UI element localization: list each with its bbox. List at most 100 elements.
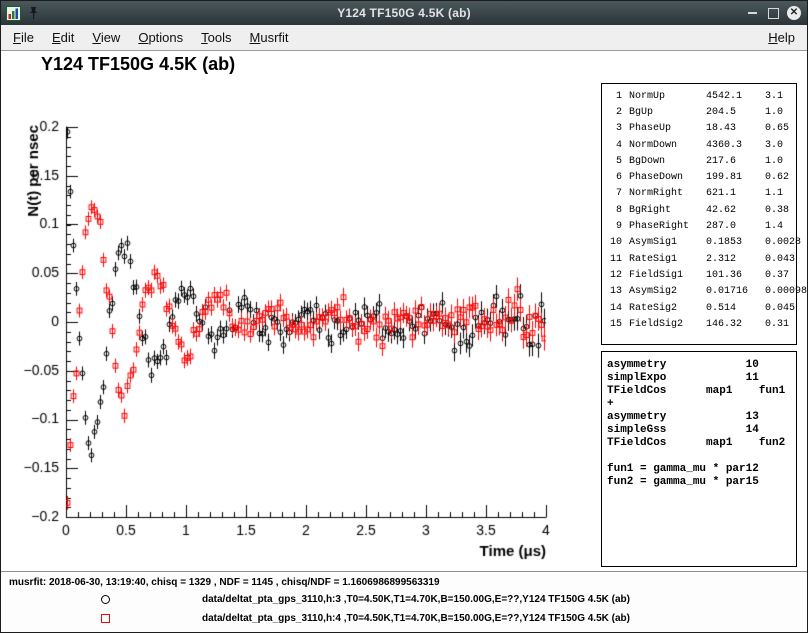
close-icon: ✕ (787, 6, 801, 20)
parameter-error: 3.1 (765, 91, 796, 102)
app-icon[interactable] (6, 6, 21, 21)
parameter-n: 10 (606, 237, 622, 248)
parameter-n: 15 (606, 319, 622, 330)
parameter-row: 13AsymSig20.017160.00098 (606, 284, 796, 300)
parameter-error: 0.62 (765, 172, 796, 183)
parameter-value: 0.1853 (706, 237, 758, 248)
parameter-row: 4 NormDown 4360.3 3.0 (606, 137, 796, 153)
parameter-error: 0.65 (765, 123, 796, 134)
parameter-name: NormUp (629, 91, 699, 102)
parameter-value: 42.62 (706, 205, 758, 216)
parameter-error: 0.043 (765, 254, 796, 265)
parameter-n: 6 (606, 172, 622, 183)
close-button[interactable]: ✕ (786, 5, 802, 21)
menu-item-view[interactable]: View (83, 27, 129, 48)
parameter-row: 12FieldSig1101.360.37 (606, 267, 796, 283)
menu-item-help[interactable]: Help (759, 27, 804, 48)
parameter-value: 621.1 (706, 188, 758, 199)
maximize-icon (768, 8, 779, 19)
parameter-name: PhaseUp (629, 123, 699, 134)
parameter-name: NormDown (629, 140, 699, 151)
parameter-n: 2 (606, 107, 622, 118)
status-area: musrfit: 2018-06-30, 13:19:40, chisq = 1… (1, 571, 808, 633)
parameter-value: 4360.3 (706, 140, 758, 151)
parameter-value: 18.43 (706, 123, 758, 134)
theory-box: asymmetry 10simplExpo 11TFieldCos map1 f… (601, 351, 797, 567)
parameter-error: 0.045 (765, 303, 796, 314)
parameter-error: 1.1 (765, 188, 796, 199)
theory-line: TFieldCos map1 fun1 (607, 385, 796, 398)
parameter-row: 8BgRight42.620.38 (606, 202, 796, 218)
titlebar[interactable]: Y124 TF150G 4.5K (ab) ✕ (1, 1, 807, 25)
parameter-name: RateSig1 (629, 254, 699, 265)
parameter-n: 14 (606, 303, 622, 314)
parameter-row: 14RateSig20.5140.045 (606, 300, 796, 316)
parameter-box: 1NormUp4542.13.12BgUp204.51.03PhaseUp18.… (601, 83, 797, 345)
parameter-name: PhaseRight (629, 221, 699, 232)
parameter-error: 1.0 (765, 156, 796, 167)
theory-line: fun1 = gamma_mu * par12 (607, 463, 796, 476)
window-title: Y124 TF150G 4.5K (ab) (1, 6, 807, 20)
parameter-value: 146.32 (706, 319, 758, 330)
parameter-n: 4 (606, 140, 622, 151)
legend-label: data/deltat_pta_gps_3110,h:4 ,T0=4.50K,T… (202, 613, 630, 624)
menu-item-edit[interactable]: Edit (43, 27, 83, 48)
parameter-n: 9 (606, 221, 622, 232)
menu-item-options[interactable]: Options (129, 27, 192, 48)
theory-line: asymmetry 10 (607, 359, 796, 372)
minimize-button[interactable] (744, 5, 760, 21)
parameter-value: 0.01716 (706, 286, 758, 297)
theory-line (607, 450, 796, 463)
theory-line: + (607, 398, 796, 411)
parameter-value: 2.312 (706, 254, 758, 265)
parameter-row: 11 RateSig1 2.312 0.043 (606, 251, 796, 267)
minimize-icon (748, 12, 757, 14)
theory-line: fun2 = gamma_mu * par15 (607, 476, 796, 489)
parameter-error: 3.0 (765, 140, 796, 151)
parameter-value: 217.6 (706, 156, 758, 167)
legend: data/deltat_pta_gps_3110,h:3 ,T0=4.50K,T… (1, 590, 808, 628)
parameter-row: 6 PhaseDown 199.81 0.62 (606, 169, 796, 185)
parameter-n: 11 (606, 254, 622, 265)
legend-label: data/deltat_pta_gps_3110,h:3 ,T0=4.50K,T… (202, 594, 630, 605)
parameter-n: 7 (606, 188, 622, 199)
parameter-row: 5 BgDown 217.6 1.0 (606, 153, 796, 169)
parameter-row: 9PhaseRight287.01.4 (606, 218, 796, 234)
parameter-name: FieldSig1 (629, 270, 699, 281)
pin-icon[interactable] (27, 6, 40, 20)
parameter-row: 3 PhaseUp 18.43 0.65 (606, 121, 796, 137)
legend-row: data/deltat_pta_gps_3110,h:4 ,T0=4.50K,T… (1, 609, 808, 628)
theory-line: TFieldCos map1 fun2 (607, 437, 796, 450)
parameter-name: AsymSig1 (629, 237, 699, 248)
parameter-n: 3 (606, 123, 622, 134)
parameter-error: 0.38 (765, 205, 796, 216)
parameter-row: 7 NormRight 621.1 1.1 (606, 186, 796, 202)
parameter-value: 287.0 (706, 221, 758, 232)
parameter-name: NormRight (629, 188, 699, 199)
parameter-n: 13 (606, 286, 622, 297)
parameter-value: 204.5 (706, 107, 758, 118)
parameter-name: AsymSig2 (629, 286, 699, 297)
parameter-value: 199.81 (706, 172, 758, 183)
parameter-name: BgDown (629, 156, 699, 167)
maximize-button[interactable] (765, 5, 781, 21)
parameter-name: BgRight (629, 205, 699, 216)
parameter-name: PhaseDown (629, 172, 699, 183)
menu-item-tools[interactable]: Tools (192, 27, 240, 48)
parameter-error: 0.37 (765, 270, 796, 281)
parameter-n: 1 (606, 91, 622, 102)
legend-row: data/deltat_pta_gps_3110,h:3 ,T0=4.50K,T… (1, 590, 808, 609)
fit-info: musrfit: 2018-06-30, 13:19:40, chisq = 1… (9, 577, 808, 588)
menu-item-file[interactable]: File (4, 27, 43, 48)
theory-line: asymmetry 13 (607, 411, 796, 424)
parameter-row: 2BgUp204.51.0 (606, 104, 796, 120)
theory-line: simplExpo 11 (607, 372, 796, 385)
theory-line: simpleGss 14 (607, 424, 796, 437)
musr-plot-canvas[interactable] (1, 51, 571, 571)
menu-item-musrfit[interactable]: Musrfit (241, 27, 298, 48)
plot-title: Y124 TF150G 4.5K (ab) (41, 54, 235, 75)
circle-marker-icon (101, 595, 110, 604)
parameter-n: 5 (606, 156, 622, 167)
plot-area: Y124 TF150G 4.5K (ab) 1NormUp4542.13.12B… (1, 51, 808, 571)
parameter-name: RateSig2 (629, 303, 699, 314)
